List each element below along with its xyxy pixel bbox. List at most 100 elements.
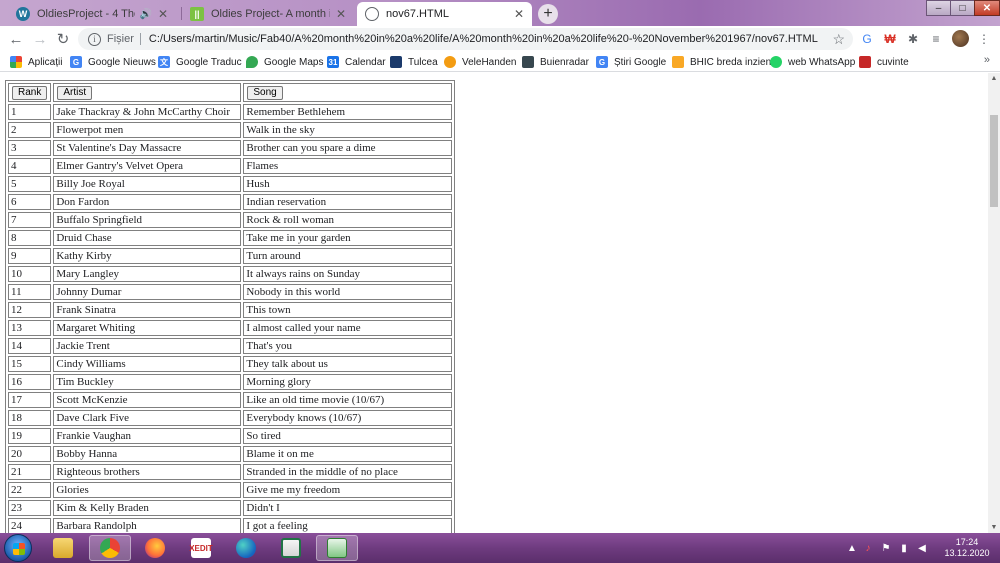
bookmark-google-traduc[interactable]: 文 Google Traduc — [158, 54, 242, 70]
cell-rank: 3 — [8, 140, 52, 156]
whatsapp-icon — [770, 56, 782, 68]
bhic-icon — [672, 56, 684, 68]
taskbar-terminal[interactable] — [316, 535, 358, 561]
tab-oldies-project-love[interactable]: W OldiesProject - 4 The Love of 🔊 ✕ — [8, 2, 176, 26]
info-icon[interactable]: i — [88, 32, 101, 46]
bookmark-whatsapp[interactable]: web WhatsApp — [770, 54, 855, 70]
cell-song: Nobody in this world — [243, 284, 453, 300]
taskbar-file-explorer[interactable] — [42, 535, 84, 561]
bookmark-buienradar[interactable]: Buienradar — [522, 54, 589, 70]
cell-rank: 15 — [8, 356, 52, 372]
puzzle-extensions-icon[interactable]: ✱ — [905, 31, 921, 47]
clock-time: 17:24 — [955, 537, 979, 547]
sort-rank-button[interactable]: Rank — [12, 86, 48, 100]
network-icon[interactable]: ▮ — [898, 542, 910, 554]
cell-rank: 13 — [8, 320, 52, 336]
speaker-icon[interactable]: 🔊 — [139, 9, 151, 20]
scroll-down-arrow-icon[interactable]: ▼ — [990, 524, 998, 531]
bookmark-star-icon[interactable]: ☆ — [832, 31, 845, 48]
url-text[interactable]: C:/Users/martin/Music/Fab40/A%20month%20… — [149, 33, 818, 45]
wordpress-icon: W — [16, 7, 30, 21]
cell-rank: 22 — [8, 482, 52, 498]
bookmark-velehanden[interactable]: VeleHanden — [444, 54, 517, 70]
cell-song: This town — [243, 302, 453, 318]
cell-artist: Jackie Trent — [53, 338, 242, 354]
bookmark-bhic[interactable]: BHIC breda inzien — [672, 54, 771, 70]
close-tab-icon[interactable]: ✕ — [514, 7, 524, 21]
table-row: 15 Cindy Williams They talk about us — [8, 356, 453, 372]
close-window-button[interactable]: ✕ — [974, 0, 1000, 16]
taskbar-edge[interactable] — [225, 535, 267, 561]
google-news-icon: G — [596, 56, 608, 68]
cell-song: It always rains on Sunday — [243, 266, 453, 282]
scrollbar-thumb[interactable] — [990, 115, 998, 207]
volume-icon[interactable]: ◀ — [916, 542, 928, 554]
bookmark-google-nieuws[interactable]: G Google Nieuws — [70, 54, 156, 70]
show-hidden-icons-icon[interactable]: ▲ — [846, 542, 858, 554]
bookmark-calendar[interactable]: 31 Calendar — [327, 54, 386, 70]
translate-extension-icon[interactable]: G — [859, 31, 875, 47]
windows-taskbar: XEDIT ▲ ♪ ⚑ ▮ ◀ 17:24 13.12.2020 — [0, 533, 1000, 563]
terminal-icon — [327, 538, 347, 558]
bookmark-google-maps[interactable]: Google Maps — [246, 54, 323, 70]
minimize-button[interactable]: – — [926, 0, 951, 16]
close-tab-icon[interactable]: ✕ — [158, 7, 168, 21]
header-artist: Artist — [53, 83, 242, 102]
cell-rank: 8 — [8, 230, 52, 246]
profile-avatar[interactable] — [952, 30, 969, 47]
cell-rank: 4 — [8, 158, 52, 174]
cell-song: Blame it on me — [243, 446, 453, 462]
table-row: 22 Glories Give me my freedom — [8, 482, 453, 498]
cell-rank: 19 — [8, 428, 52, 444]
cell-song: Everybody knows (10/67) — [243, 410, 453, 426]
acrobat-tray-icon[interactable]: ♪ — [862, 542, 874, 554]
table-row: 10 Mary Langley It always rains on Sunday — [8, 266, 453, 282]
cell-song: Didn't I — [243, 500, 453, 516]
cell-artist: Flowerpot men — [53, 122, 242, 138]
system-clock[interactable]: 17:24 13.12.2020 — [942, 537, 992, 559]
cell-artist: Buffalo Springfield — [53, 212, 242, 228]
bookmark-label: Tulcea — [408, 56, 438, 68]
bookmark-cuvinte[interactable]: cuvinte — [859, 54, 909, 70]
taskbar-xedit[interactable]: XEDIT — [180, 535, 222, 561]
page-content: Rank Artist Song 1 Jake Thackray & John M… — [0, 73, 988, 533]
cell-rank: 12 — [8, 302, 52, 318]
close-tab-icon[interactable]: ✕ — [336, 7, 346, 21]
table-row: 21 Righteous brothers Stranded in the midd… — [8, 464, 453, 480]
table-row: 19 Frankie Vaughan So tired — [8, 428, 453, 444]
taskbar-firefox[interactable] — [134, 535, 176, 561]
sort-song-button[interactable]: Song — [247, 86, 283, 100]
table-row: 13 Margaret Whiting I almost called your n… — [8, 320, 453, 336]
cell-song: Rock & roll woman — [243, 212, 453, 228]
scroll-up-arrow-icon[interactable]: ▲ — [990, 75, 998, 82]
wishlist-extension-icon[interactable]: ₩ — [882, 31, 898, 47]
tab-nov67[interactable]: nov67.HTML ✕ — [357, 2, 532, 26]
menu-kebab-icon[interactable]: ⋮ — [976, 31, 992, 47]
bookmark-tulcea[interactable]: Tulcea — [390, 54, 438, 70]
tulcea-icon — [390, 56, 402, 68]
bookmark-label: cuvinte — [877, 56, 909, 68]
media-controls-icon[interactable]: ≡ — [928, 31, 944, 47]
address-bar[interactable]: i Fișier C:/Users/martin/Music/Fab40/A%2… — [78, 28, 853, 50]
forward-arrow-icon[interactable]: → — [30, 29, 50, 49]
bookmarks-overflow-chevron[interactable]: » — [984, 54, 990, 66]
cell-rank: 18 — [8, 410, 52, 426]
maximize-button[interactable]: □ — [950, 0, 975, 16]
clock-date: 13.12.2020 — [944, 548, 990, 558]
bookmark-apps[interactable]: Aplicații — [10, 54, 62, 70]
start-button[interactable] — [4, 534, 32, 562]
reload-icon[interactable]: ↻ — [53, 29, 73, 49]
bookmark-stiri-google[interactable]: G Știri Google — [596, 54, 666, 70]
firefox-icon — [145, 538, 165, 558]
taskbar-chrome[interactable] — [89, 535, 131, 561]
sort-artist-button[interactable]: Artist — [57, 86, 93, 100]
taskbar-excel[interactable] — [270, 535, 312, 561]
tab-oldies-project-month[interactable]: || Oldies Project- A month in a life ✕ — [182, 2, 354, 26]
globe-icon — [365, 7, 379, 21]
flag-icon[interactable]: ⚑ — [880, 542, 892, 554]
new-tab-button[interactable]: + — [538, 4, 558, 24]
cell-song: Remember Bethlehem — [243, 104, 453, 120]
google-news-icon: G — [70, 56, 82, 68]
back-arrow-icon[interactable]: ← — [6, 29, 26, 49]
vertical-scrollbar[interactable]: ▲ ▼ — [988, 73, 1000, 533]
